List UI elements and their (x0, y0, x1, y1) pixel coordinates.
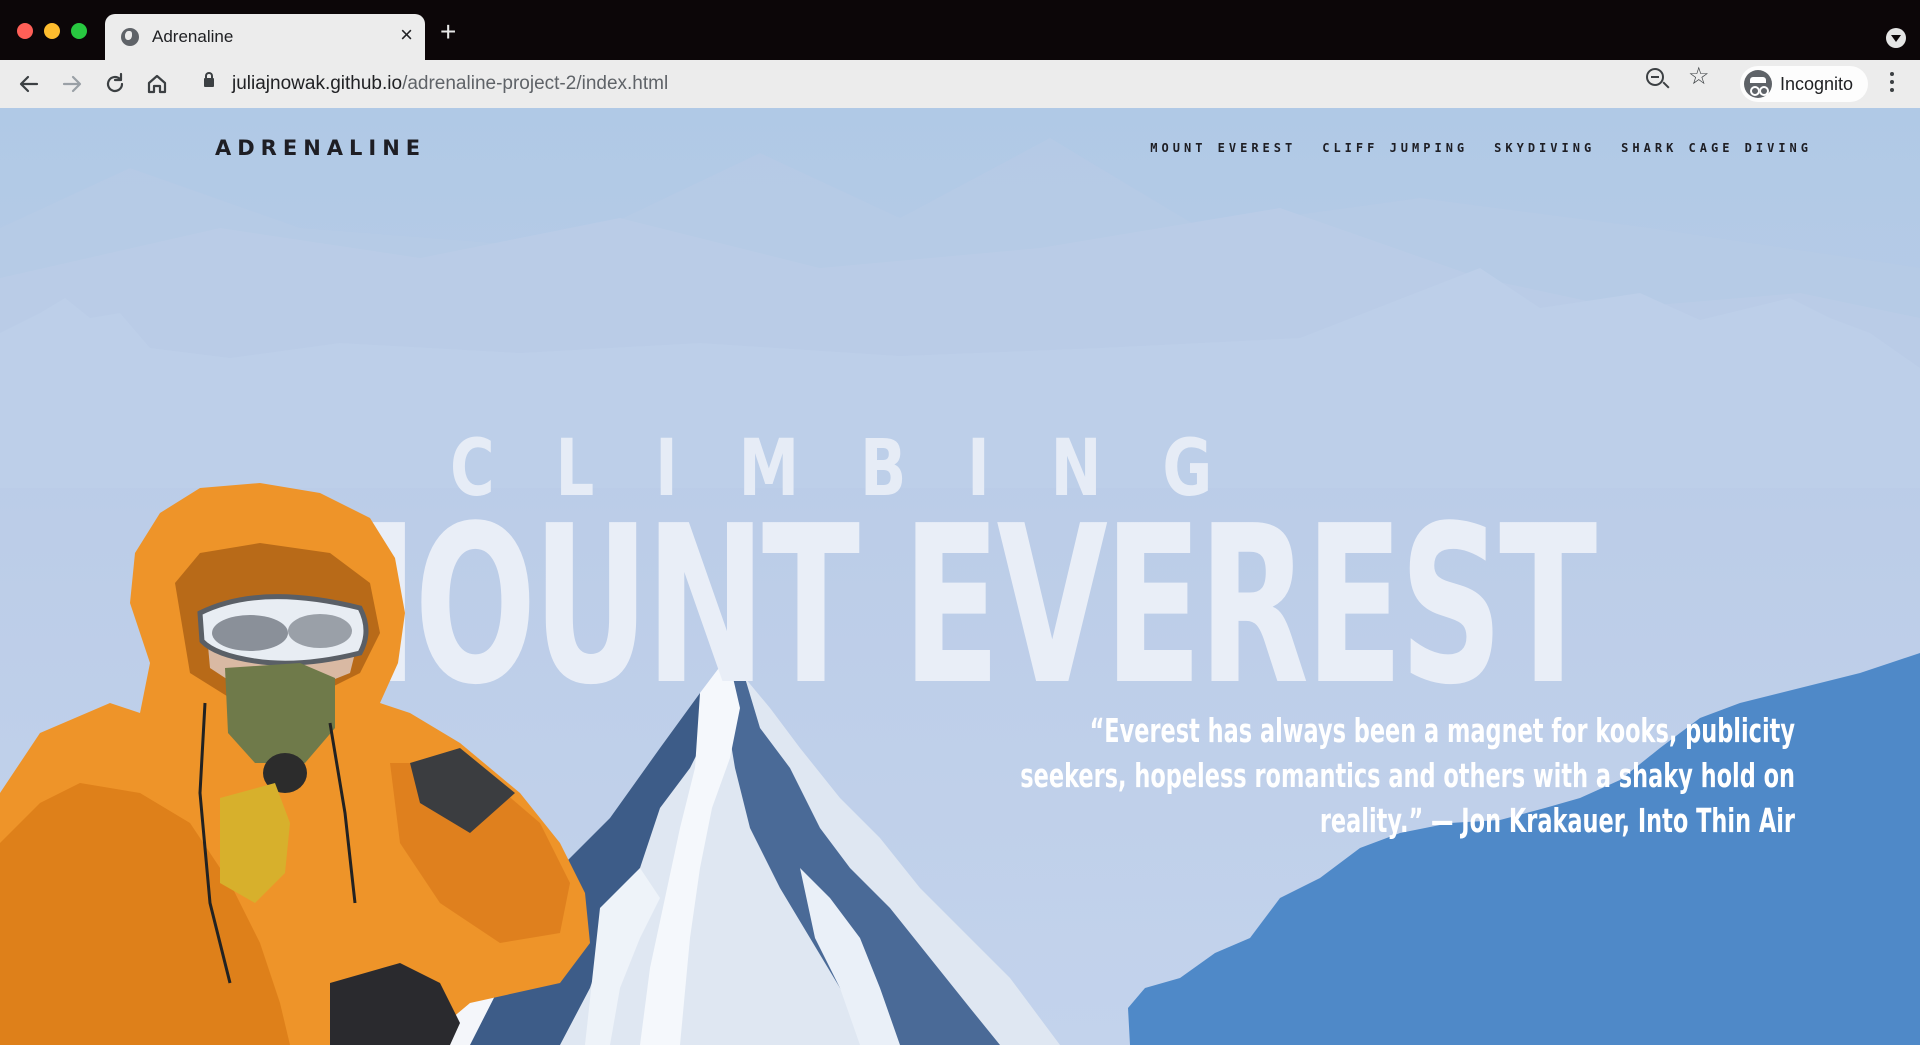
site-logo[interactable]: ADRENALINE (215, 136, 426, 160)
quote-block: “Everest has always been a magnet for ko… (1000, 708, 1795, 903)
hero-quote: “Everest has always been a magnet for ko… (1020, 711, 1795, 840)
tab-title: Adrenaline (152, 27, 234, 46)
close-window-button[interactable] (17, 23, 33, 39)
tab-close-button[interactable]: × (400, 24, 413, 46)
browser-tab-bar: Adrenaline × + (0, 0, 1920, 60)
url-path: /adrenaline-project-2/index.html (402, 73, 669, 94)
address-bar[interactable]: juliajnowak.github.io/adrenaline-project… (190, 66, 1710, 102)
nav-link-shark-cage-diving[interactable]: SHARK CAGE DIVING (1621, 141, 1812, 155)
reload-icon[interactable] (99, 68, 131, 100)
climber-image (0, 483, 590, 1045)
star-icon[interactable]: ☆ (1688, 63, 1710, 91)
nav-link-mount-everest[interactable]: MOUNT EVEREST (1150, 141, 1296, 155)
url-host: juliajnowak.github.io (232, 73, 403, 94)
home-icon[interactable] (141, 68, 173, 100)
nav-link-cliff-jumping[interactable]: CLIFF JUMPING (1322, 141, 1468, 155)
tab-search-button[interactable] (1886, 28, 1906, 48)
incognito-label: Incognito (1780, 74, 1854, 94)
minimize-window-button[interactable] (44, 23, 60, 39)
url-text[interactable]: juliajnowak.github.io/adrenaline-project… (232, 73, 668, 95)
globe-favicon-icon (121, 28, 139, 46)
forward-arrow-icon[interactable] (56, 68, 88, 100)
incognito-icon (1744, 70, 1772, 98)
lock-icon[interactable] (204, 72, 214, 87)
zoom-window-button[interactable] (71, 23, 87, 39)
browser-tab-active[interactable]: Adrenaline × (105, 14, 425, 60)
zoom-out-icon[interactable] (1646, 68, 1664, 86)
page-viewport: ADRENALINE MOUNT EVEREST CLIFF JUMPING S… (0, 108, 1920, 1045)
site-nav: MOUNT EVEREST CLIFF JUMPING SKYDIVING SH… (1150, 141, 1812, 155)
new-tab-button[interactable]: + (440, 18, 456, 46)
back-arrow-icon[interactable] (13, 68, 45, 100)
kebab-menu-icon[interactable] (1890, 68, 1894, 100)
incognito-profile-button[interactable]: Incognito (1740, 66, 1868, 102)
nav-link-skydiving[interactable]: SKYDIVING (1494, 141, 1595, 155)
browser-toolbar: juliajnowak.github.io/adrenaline-project… (0, 60, 1920, 108)
